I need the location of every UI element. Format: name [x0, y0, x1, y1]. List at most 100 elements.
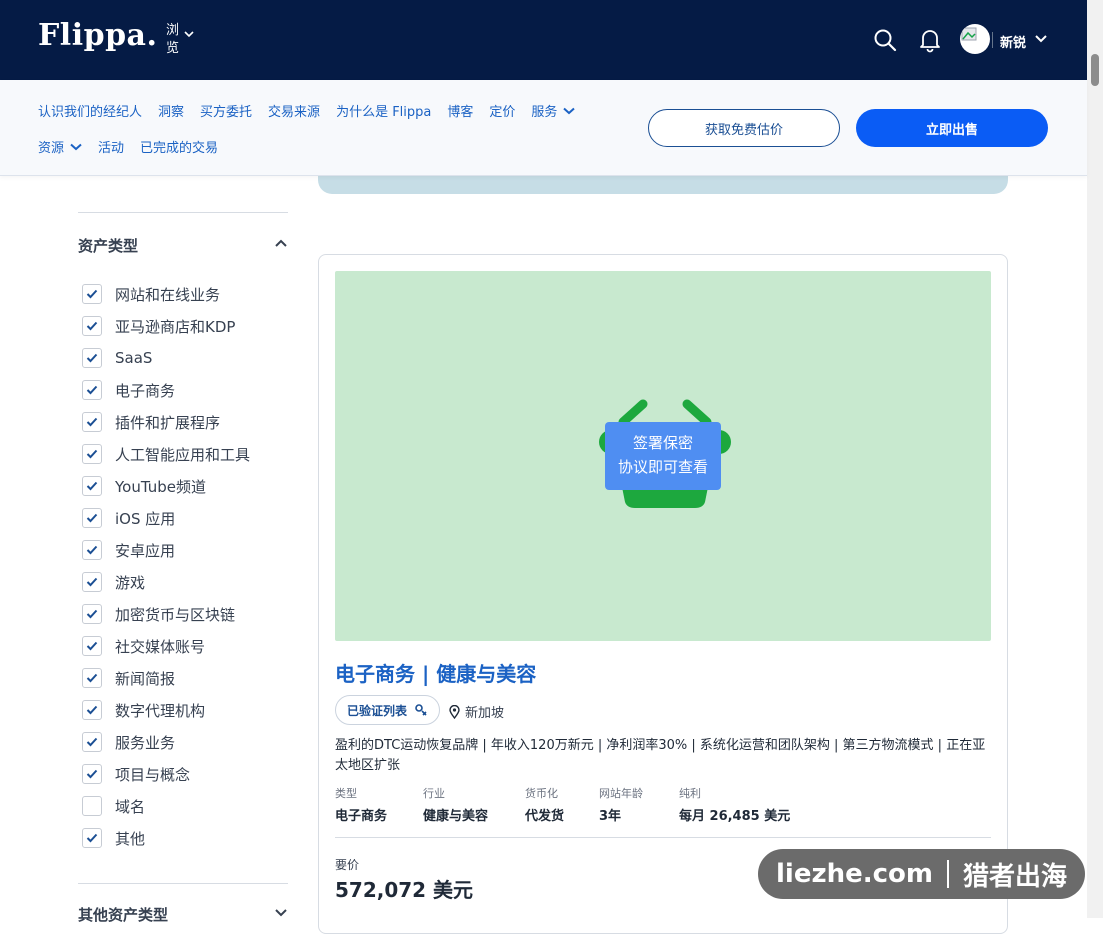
nav-link-services-label: 服务 — [531, 105, 558, 120]
checkmark-icon — [86, 769, 98, 779]
free-valuation-button[interactable]: 获取免费估价 — [648, 109, 840, 147]
asset-type-filter[interactable]: 其他 — [82, 826, 145, 850]
filter-checkbox[interactable] — [82, 668, 102, 688]
asset-type-filter[interactable]: SaaS — [82, 346, 152, 370]
filter-label: 人工智能应用和工具 — [115, 445, 251, 464]
chevron-up-icon[interactable] — [274, 238, 288, 248]
watermark-separator — [946, 860, 949, 888]
meta-site-age: 网站年龄 3年 — [599, 785, 643, 824]
asset-type-filter[interactable]: 域名 — [82, 794, 145, 818]
meta-label: 纯利 — [679, 787, 701, 800]
flippa-logo[interactable]: Flippa. — [38, 18, 157, 53]
meta-net-profit: 纯利 每月 26,485 美元 — [679, 785, 790, 824]
browse-menu-label[interactable]: 浏览 — [166, 22, 180, 58]
page-scrollbar[interactable] — [1087, 0, 1103, 918]
asset-type-filter[interactable]: YouTube频道 — [82, 474, 206, 498]
nav-link-brokers[interactable]: 认识我们的经纪人 — [38, 101, 142, 120]
filter-checkbox[interactable] — [82, 540, 102, 560]
asset-type-filter[interactable]: 加密货币与区块链 — [82, 602, 235, 626]
filter-label: 域名 — [115, 797, 146, 816]
asset-type-filter[interactable]: 电子商务 — [82, 378, 175, 402]
meta-value: 每月 26,485 美元 — [679, 809, 791, 824]
asset-type-filter[interactable]: 新闻简报 — [82, 666, 175, 690]
filter-checkbox[interactable] — [82, 636, 102, 656]
listing-description: 盈利的DTC运动恢复品牌 | 年收入120万新元 | 净利润率30% | 系统化… — [335, 738, 986, 773]
filter-checkbox[interactable] — [82, 796, 102, 816]
asset-type-filter[interactable]: 亚马逊商店和KDP — [82, 314, 235, 338]
listing-divider — [335, 837, 991, 838]
nav-link-insights[interactable]: 洞察 — [158, 101, 184, 120]
asset-type-filter[interactable]: 服务业务 — [82, 730, 175, 754]
nav-row-1: 认识我们的经纪人 洞察 买方委托 交易来源 为什么是 Flippa 博客 定价 … — [38, 101, 576, 120]
listing-title[interactable]: 电子商务 | 健康与美容 — [335, 658, 536, 687]
nav-link-buyer-mandate[interactable]: 买方委托 — [200, 101, 252, 120]
nav-link-blog[interactable]: 博客 — [447, 101, 473, 120]
meta-value: 电子商务 — [335, 809, 388, 824]
checkmark-icon — [86, 449, 98, 459]
nav-link-resources-label: 资源 — [38, 141, 65, 156]
chevron-down-icon[interactable] — [184, 30, 194, 38]
asset-type-filter[interactable]: 网站和在线业务 — [82, 282, 220, 306]
filter-label: SaaS — [115, 349, 153, 367]
meta-label: 行业 — [423, 787, 445, 800]
asset-type-filter[interactable]: 社交媒体账号 — [82, 634, 205, 658]
filter-checkbox[interactable] — [82, 508, 102, 528]
filter-checkbox[interactable] — [82, 284, 102, 304]
nav-link-pricing[interactable]: 定价 — [489, 101, 515, 120]
meta-value: 代发货 — [525, 809, 565, 824]
asset-type-filter[interactable]: 游戏 — [82, 570, 145, 594]
asset-type-filter[interactable]: 人工智能应用和工具 — [82, 442, 250, 466]
checkmark-icon — [86, 577, 98, 587]
filter-label: 加密货币与区块链 — [115, 605, 236, 624]
nav-link-services[interactable]: 服务 — [531, 101, 576, 120]
filter-label: 游戏 — [115, 573, 146, 592]
nda-required-badge[interactable]: 签署保密 协议即可查看 — [605, 422, 721, 490]
chevron-down-icon[interactable] — [274, 908, 288, 918]
checkmark-icon — [86, 353, 98, 363]
nav-link-why-flippa[interactable]: 为什么是 Flippa — [336, 101, 431, 120]
filter-checkbox[interactable] — [82, 444, 102, 464]
nav-link-events[interactable]: 活动 — [98, 137, 124, 156]
location-label: 新加坡 — [465, 706, 505, 721]
asset-type-filter[interactable]: 插件和扩展程序 — [82, 410, 220, 434]
sell-now-button[interactable]: 立即出售 — [856, 109, 1048, 147]
user-name[interactable]: 新锐 — [1000, 32, 1026, 51]
nav-row-2: 资源 活动 已完成的交易 — [38, 137, 218, 156]
watermark-brand: 猎者出海 — [962, 861, 1067, 892]
asset-type-filter[interactable]: 数字代理机构 — [82, 698, 205, 722]
sidebar-divider — [78, 883, 288, 884]
search-icon[interactable] — [872, 27, 898, 53]
verified-label: 已验证列表 — [347, 703, 408, 718]
filter-label: 电子商务 — [115, 381, 176, 400]
scrollbar-thumb[interactable] — [1091, 54, 1099, 86]
filter-label: 网站和在线业务 — [115, 285, 221, 304]
nav-link-resources[interactable]: 资源 — [38, 137, 82, 156]
chevron-down-icon[interactable] — [1034, 34, 1048, 44]
filter-checkbox[interactable] — [82, 828, 102, 848]
filter-checkbox[interactable] — [82, 604, 102, 624]
avatar[interactable] — [960, 24, 990, 54]
filter-checkbox[interactable] — [82, 380, 102, 400]
filter-checkbox[interactable] — [82, 732, 102, 752]
filter-label: 项目与概念 — [115, 765, 191, 784]
filter-checkbox[interactable] — [82, 700, 102, 720]
verified-listing-badge[interactable]: 已验证列表 — [335, 695, 441, 725]
filter-checkbox[interactable] — [82, 476, 102, 496]
asset-type-filter[interactable]: iOS 应用 — [82, 506, 175, 530]
bell-icon[interactable] — [917, 27, 943, 53]
checkmark-icon — [86, 833, 98, 843]
user-separator — [992, 32, 993, 48]
asset-type-filter[interactable]: 项目与概念 — [82, 762, 190, 786]
filter-checkbox[interactable] — [82, 572, 102, 592]
map-pin-icon — [449, 704, 460, 719]
asking-price-value: 572,072 美元 — [335, 878, 474, 902]
nav-link-completed-deals[interactable]: 已完成的交易 — [140, 137, 218, 156]
filter-checkbox[interactable] — [82, 764, 102, 784]
other-asset-type-title[interactable]: 其他资产类型 — [78, 904, 168, 925]
filter-checkbox[interactable] — [82, 316, 102, 336]
asset-type-title[interactable]: 资产类型 — [78, 235, 138, 256]
nav-link-deal-sources[interactable]: 交易来源 — [268, 101, 320, 120]
asset-type-filter[interactable]: 安卓应用 — [82, 538, 175, 562]
filter-checkbox[interactable] — [82, 412, 102, 432]
filter-checkbox[interactable] — [82, 348, 102, 368]
